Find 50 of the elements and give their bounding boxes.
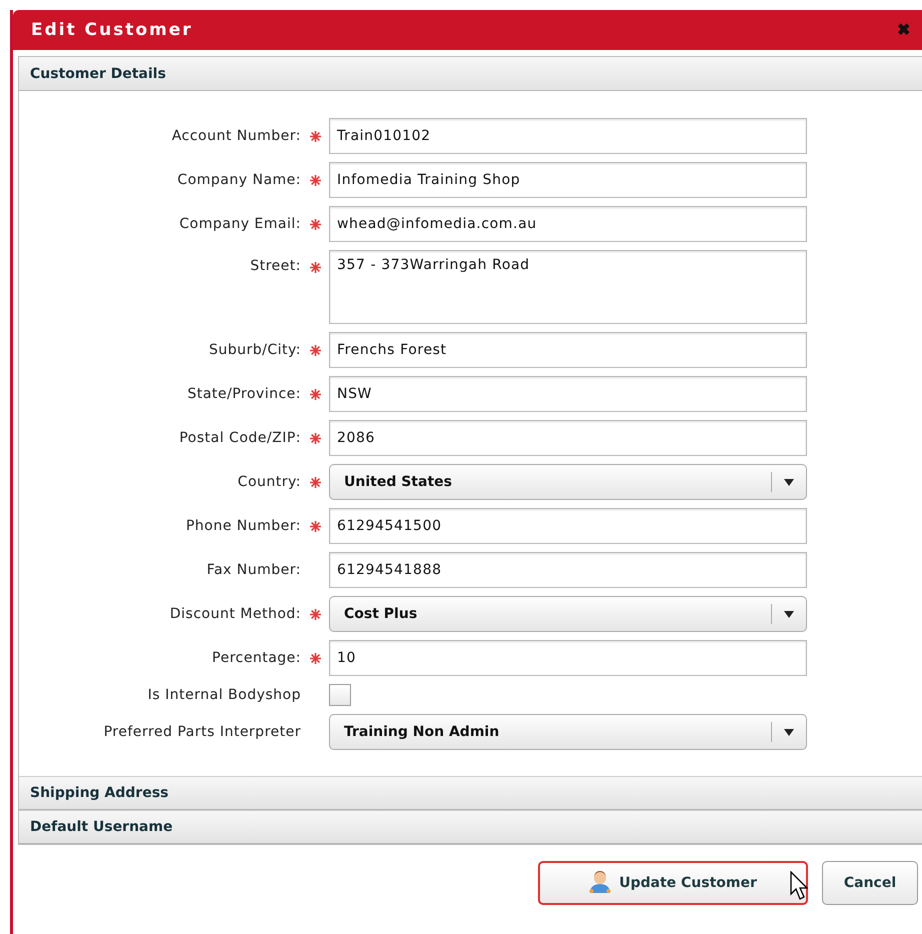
input-field[interactable]: Frenchs Forest	[329, 332, 807, 368]
input-field[interactable]: Train010102	[329, 118, 807, 154]
required-icon	[310, 476, 320, 488]
required-icon	[310, 432, 320, 444]
input-field[interactable]: 61294541888	[329, 552, 807, 588]
section-header[interactable]: Customer Details	[19, 57, 922, 91]
input-field[interactable]: 61294541500	[329, 508, 807, 544]
required-icon	[310, 608, 320, 620]
field-label: Account Number:	[170, 128, 301, 144]
user-icon	[589, 871, 612, 895]
mouse-cursor-icon	[790, 871, 808, 901]
caret-icon	[784, 728, 794, 736]
field-label: Discount Method:	[168, 606, 301, 622]
field-label: Phone Number:	[184, 518, 301, 534]
dropdown[interactable]: Training Non Admin	[329, 714, 807, 750]
field-label: Street:	[249, 257, 301, 274]
field-label: Company Email:	[178, 216, 301, 232]
field-label: Percentage:	[211, 650, 301, 666]
field-label: Country:	[236, 474, 301, 490]
input-field[interactable]: 10	[329, 640, 807, 676]
field-label: Is Internal Bodyshop	[146, 687, 301, 703]
field-label: Preferred Parts Interpreter	[102, 724, 301, 740]
input-field[interactable]: NSW	[329, 376, 807, 412]
required-icon	[310, 388, 320, 400]
window-title: Edit Customer	[31, 20, 193, 40]
required-icon	[310, 344, 320, 356]
dropdown[interactable]: United States	[329, 464, 807, 500]
required-icon	[310, 262, 320, 272]
text-area[interactable]: 357 - 373Warringah Road	[329, 250, 807, 324]
section-header[interactable]: Shipping Address	[19, 776, 922, 810]
field-label: State/Province:	[186, 386, 301, 402]
update-button[interactable]: Update Customer	[538, 861, 808, 905]
caret-icon	[784, 610, 794, 618]
required-icon	[310, 652, 320, 664]
required-icon	[310, 520, 320, 532]
required-icon	[310, 130, 320, 142]
field-label: Suburb/City:	[208, 342, 301, 358]
field-label: Postal Code/ZIP:	[178, 430, 301, 446]
input-field[interactable]: whead@infomedia.com.au	[329, 206, 807, 242]
required-icon	[310, 174, 320, 186]
input-field[interactable]: Infomedia Training Shop	[329, 162, 807, 198]
cancel-button[interactable]: Cancel	[822, 861, 918, 905]
dropdown[interactable]: Cost Plus	[329, 596, 807, 632]
required-icon	[310, 218, 320, 230]
field-label: Company Name:	[176, 172, 301, 188]
field-label: Fax Number:	[206, 562, 301, 578]
caret-icon	[784, 478, 794, 486]
section-header[interactable]: Default Username	[19, 810, 922, 844]
input-field[interactable]: 2086	[329, 420, 807, 456]
checkbox[interactable]	[329, 684, 351, 706]
